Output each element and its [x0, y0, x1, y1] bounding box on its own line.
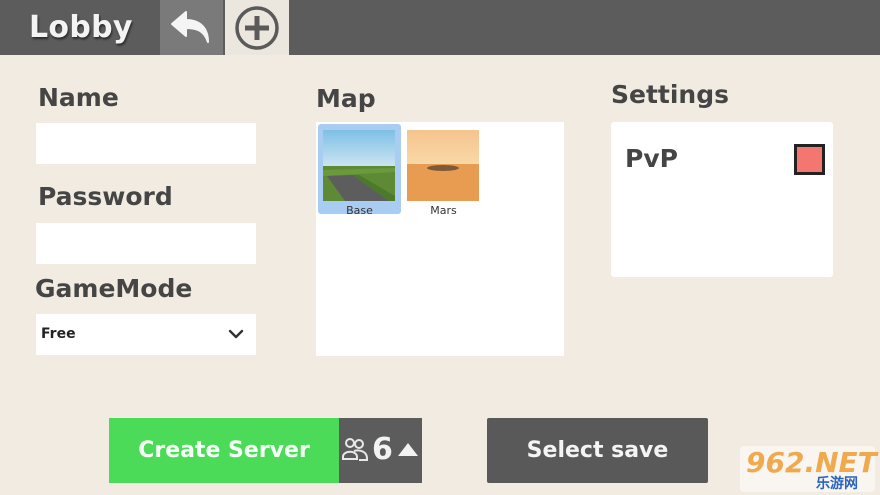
watermark-logo: 962.NET 乐游网	[740, 446, 877, 492]
back-arrow-icon	[170, 10, 209, 43]
name-label: Name	[38, 83, 119, 112]
map-item-base[interactable]: Base	[318, 124, 401, 217]
map-name-mars: Mars	[430, 204, 457, 217]
add-button[interactable]	[225, 0, 289, 55]
watermark-text-bottom: 乐游网	[816, 476, 858, 492]
map-thumbnail-mars	[407, 130, 479, 201]
gamemode-label: GameMode	[35, 274, 193, 303]
pvp-label: PvP	[625, 144, 678, 173]
password-label: Password	[38, 182, 173, 211]
player-count-stepper[interactable]: 6	[339, 418, 422, 483]
map-list: Base Mars	[316, 122, 564, 356]
player-count-value: 6	[372, 432, 393, 467]
create-server-button[interactable]: Create Server	[109, 418, 339, 483]
map-thumbnail-base	[323, 130, 395, 201]
page-title: Lobby	[29, 10, 133, 45]
plus-circle-icon	[235, 5, 279, 50]
map-name-base: Base	[346, 204, 373, 217]
name-input[interactable]	[36, 123, 256, 164]
password-input[interactable]	[36, 223, 256, 264]
gamemode-selected-value: Free	[41, 326, 76, 342]
triangle-up-icon[interactable]	[397, 442, 419, 458]
pvp-toggle[interactable]	[794, 144, 825, 175]
settings-panel: PvP	[611, 122, 833, 277]
select-save-button[interactable]: Select save	[487, 418, 708, 483]
settings-label: Settings	[611, 80, 730, 109]
map-item-mars[interactable]: Mars	[402, 124, 485, 217]
chevron-down-icon	[228, 329, 244, 339]
gamemode-select[interactable]: Free	[36, 314, 256, 355]
back-button[interactable]	[160, 0, 223, 55]
players-icon	[342, 438, 368, 461]
map-label: Map	[316, 84, 376, 113]
